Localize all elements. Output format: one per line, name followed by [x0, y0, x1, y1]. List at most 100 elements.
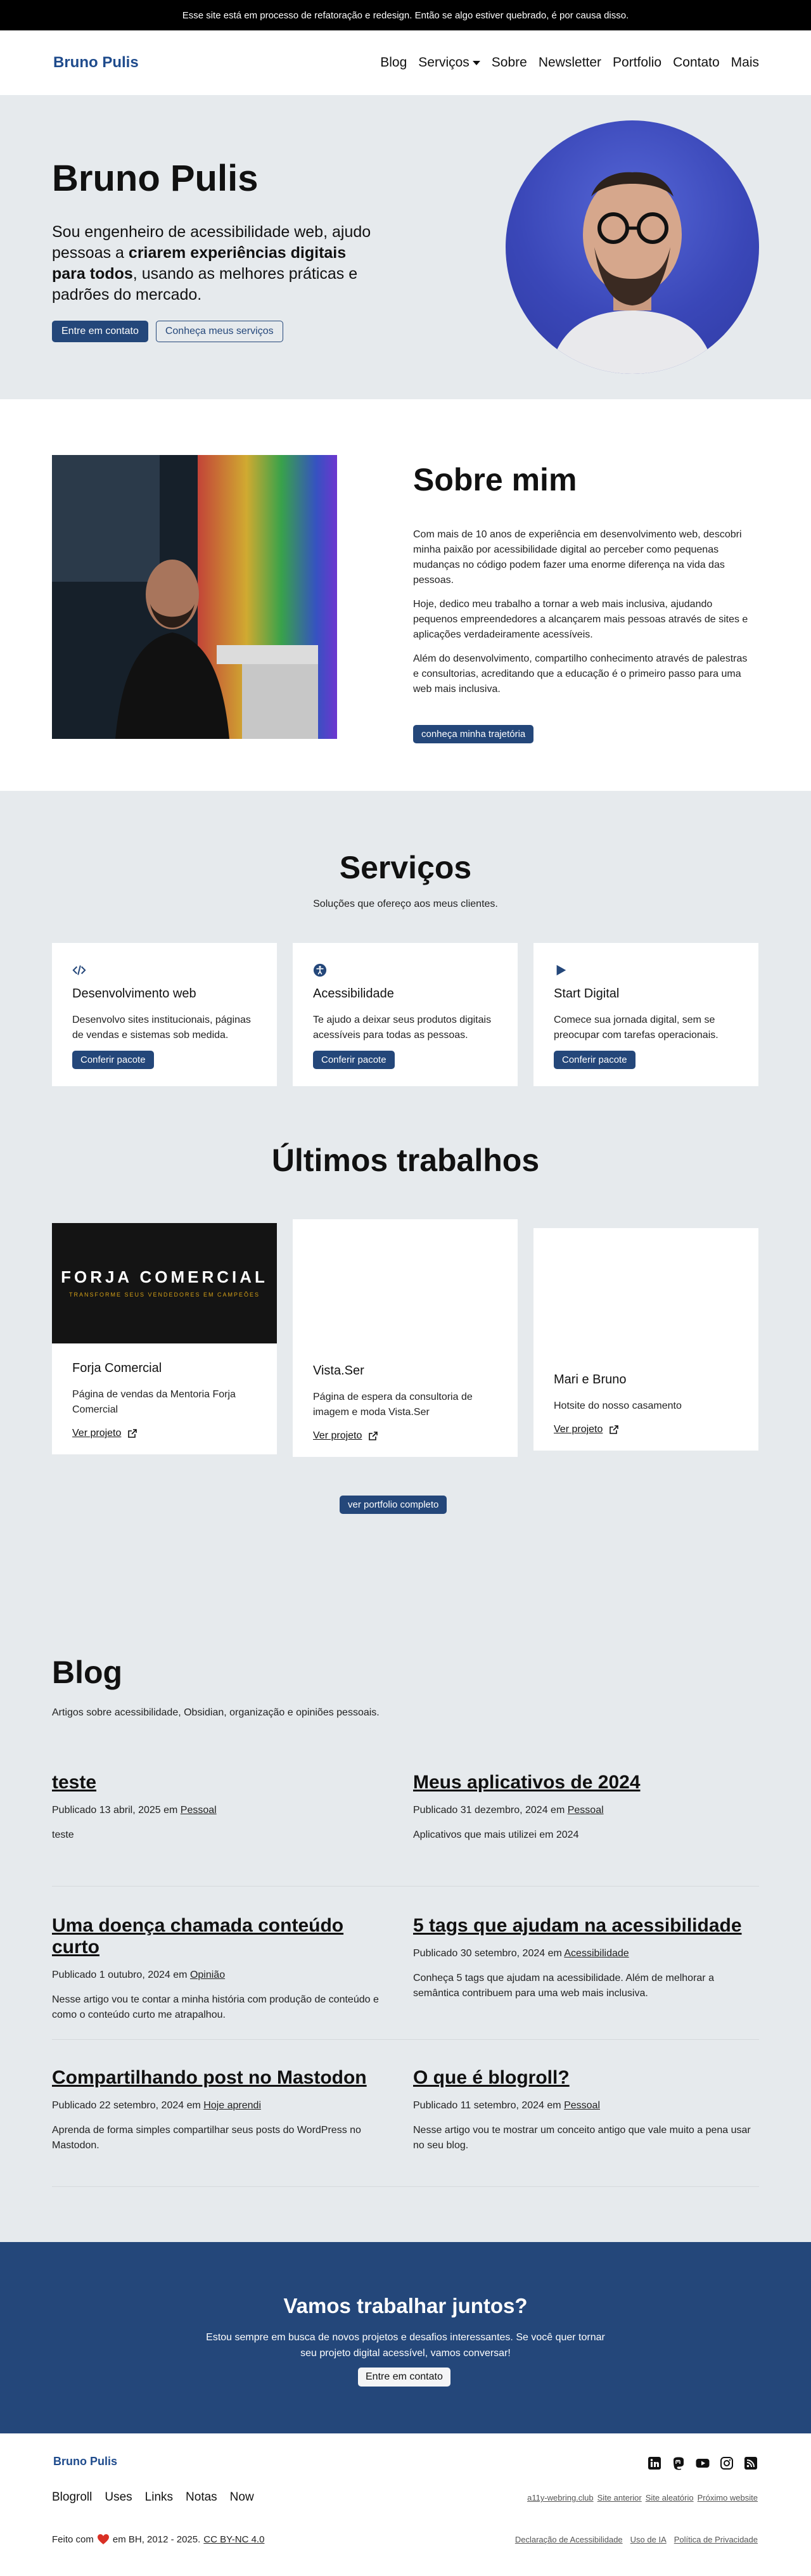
- hero-buttons: Entre em contato Conheça meus serviços: [52, 321, 283, 342]
- made-text-b: em BH, 2012 - 2025.: [112, 2534, 201, 2545]
- thumb-subtitle: TRANSFORME SEUS VENDEDORES EM CAMPEÕES: [68, 1291, 260, 1298]
- thumb-title: FORJA COMERCIAL: [61, 1267, 268, 1286]
- blog-post: teste Publicado 13 abril, 2025 em Pessoa…: [52, 1772, 394, 1843]
- webring-previous-link[interactable]: Site anterior: [597, 2493, 642, 2502]
- linkedin-icon[interactable]: [648, 2456, 661, 2470]
- view-project-link[interactable]: Ver projeto: [313, 1430, 378, 1442]
- external-link-icon: [610, 1425, 619, 1434]
- service-card: Start Digital Comece sua jornada digital…: [533, 943, 758, 1086]
- work-card-body: Vista.Ser Página de espera da consultori…: [293, 1346, 518, 1457]
- service-package-button[interactable]: Conferir pacote: [313, 1051, 395, 1069]
- external-link-icon: [369, 1432, 378, 1440]
- post-meta: Publicado 11 setembro, 2024 em Pessoal: [413, 2100, 755, 2111]
- footer-link-now[interactable]: Now: [230, 2490, 254, 2504]
- blog-post: 5 tags que ajudam na acessibilidade Publ…: [413, 1915, 755, 2001]
- post-category-link[interactable]: Acessibilidade: [564, 1948, 629, 1959]
- cta-contact-button[interactable]: Entre em contato: [358, 2368, 450, 2387]
- work-text: Página de vendas da Mentoria Forja Comer…: [72, 1389, 236, 1415]
- divider: [52, 2039, 759, 2040]
- license-link[interactable]: CC BY-NC 4.0: [203, 2534, 264, 2545]
- service-title: Desenvolvimento web: [72, 987, 196, 1001]
- mastodon-icon[interactable]: [672, 2456, 686, 2470]
- nav-servicos-label: Serviços: [418, 55, 469, 70]
- nav-sobre[interactable]: Sobre: [492, 55, 527, 70]
- post-category-link[interactable]: Hoje aprendi: [203, 2100, 261, 2111]
- portrait-illustration: [550, 172, 715, 374]
- footer-link-notas[interactable]: Notas: [186, 2490, 217, 2504]
- post-title-link[interactable]: Uma doença chamada conteúdo curto: [52, 1915, 394, 1958]
- post-title-link[interactable]: Meus aplicativos de 2024: [413, 1772, 755, 1793]
- made-text-a: Feito com: [52, 2534, 94, 2545]
- portfolio-button[interactable]: ver portfolio completo: [340, 1496, 447, 1514]
- webring-random-link[interactable]: Site aleatório: [646, 2493, 694, 2502]
- post-category-link[interactable]: Pessoal: [181, 1805, 217, 1816]
- webring-home-link[interactable]: a11y-webring.club: [527, 2493, 594, 2502]
- nav-portfolio[interactable]: Portfolio: [613, 55, 661, 70]
- service-package-button[interactable]: Conferir pacote: [554, 1051, 635, 1069]
- services-section: Serviços Soluções que ofereço aos meus c…: [0, 791, 811, 1120]
- about-section: Sobre mim Com mais de 10 anos de experiê…: [0, 399, 811, 791]
- view-project-link[interactable]: Ver projeto: [72, 1428, 137, 1439]
- work-card: Vista.Ser Página de espera da consultori…: [293, 1219, 518, 1457]
- nav-blog[interactable]: Blog: [380, 55, 407, 70]
- post-title-link[interactable]: O que é blogroll?: [413, 2067, 755, 2089]
- webring-next-link[interactable]: Próximo website: [698, 2493, 758, 2502]
- post-category-link[interactable]: Pessoal: [568, 1805, 604, 1816]
- ai-usage-link[interactable]: Uso de IA: [630, 2535, 667, 2544]
- post-date: Publicado 30 setembro, 2024 em: [413, 1948, 565, 1959]
- blog-intro: Artigos sobre acessibilidade, Obsidian, …: [52, 1707, 380, 1718]
- view-project-label: Ver projeto: [554, 1424, 603, 1435]
- post-excerpt: Nesse artigo vou te mostrar um conceito …: [413, 2125, 751, 2151]
- post-meta: Publicado 13 abril, 2025 em Pessoal: [52, 1805, 394, 1816]
- blog-post: Compartilhando post no Mastodon Publicad…: [52, 2067, 394, 2153]
- footer-links: Blogroll Uses Links Notas Now: [52, 2490, 254, 2504]
- cta-text: Estou sempre em busca de novos projetos …: [206, 2332, 605, 2359]
- post-excerpt: teste: [52, 1829, 74, 1840]
- play-icon: [556, 964, 566, 976]
- post-excerpt: Aprenda de forma simples compartilhar se…: [52, 2125, 361, 2151]
- footer-link-uses[interactable]: Uses: [105, 2490, 132, 2504]
- divider: [52, 1886, 759, 1887]
- rss-icon[interactable]: [744, 2456, 758, 2470]
- view-project-label: Ver projeto: [72, 1428, 122, 1439]
- post-meta: Publicado 22 setembro, 2024 em Hoje apre…: [52, 2100, 394, 2111]
- post-title-link[interactable]: teste: [52, 1772, 394, 1793]
- service-card: Desenvolvimento web Desenvolvo sites ins…: [52, 943, 277, 1086]
- post-excerpt: Aplicativos que mais utilizei em 2024: [413, 1829, 579, 1840]
- service-package-button[interactable]: Conferir pacote: [72, 1051, 154, 1069]
- post-title-link[interactable]: 5 tags que ajudam na acessibilidade: [413, 1915, 755, 1937]
- post-meta: Publicado 30 setembro, 2024 em Acessibil…: [413, 1948, 755, 1959]
- youtube-icon[interactable]: [696, 2456, 710, 2470]
- about-paragraph: Hoje, dedico meu trabalho a tornar a web…: [413, 599, 748, 640]
- instagram-icon[interactable]: [720, 2456, 734, 2470]
- services-button[interactable]: Conheça meus serviços: [155, 321, 283, 342]
- view-project-link[interactable]: Ver projeto: [554, 1424, 619, 1435]
- footer-link-blogroll[interactable]: Blogroll: [52, 2490, 92, 2504]
- brand-logo[interactable]: Bruno Pulis: [53, 54, 139, 72]
- nav-newsletter[interactable]: Newsletter: [539, 55, 601, 70]
- hero-intro: Sou engenheiro de acessibilidade web, aj…: [52, 222, 381, 305]
- accessibility-statement-link[interactable]: Declaração de Acessibilidade: [515, 2535, 623, 2544]
- work-card-body: Mari e Bruno Hotsite do nosso casamento …: [533, 1355, 758, 1451]
- trajectory-button[interactable]: conheça minha trajetória: [413, 725, 534, 743]
- work-title: Vista.Ser: [313, 1364, 364, 1378]
- blog-post: O que é blogroll? Publicado 11 setembro,…: [413, 2067, 755, 2153]
- view-project-label: Ver projeto: [313, 1430, 362, 1441]
- post-category-link[interactable]: Opinião: [190, 1970, 225, 1980]
- hero-title: Bruno Pulis: [52, 158, 259, 199]
- post-title-link[interactable]: Compartilhando post no Mastodon: [52, 2067, 394, 2089]
- nav-mais[interactable]: Mais: [731, 55, 759, 70]
- contact-button[interactable]: Entre em contato: [52, 321, 148, 342]
- footer-brand[interactable]: Bruno Pulis: [53, 2455, 117, 2468]
- cta-title: Vamos trabalhar juntos?: [283, 2294, 528, 2317]
- service-text: Desenvolvo sites institucionais, páginas…: [72, 1015, 251, 1041]
- footer-link-links[interactable]: Links: [145, 2490, 173, 2504]
- privacy-policy-link[interactable]: Política de Privacidade: [674, 2535, 758, 2544]
- works-title: Últimos trabalhos: [271, 1143, 540, 1178]
- nav-servicos-dropdown[interactable]: Serviços: [418, 55, 480, 70]
- social-links: [648, 2456, 758, 2470]
- nav-contato[interactable]: Contato: [673, 55, 720, 70]
- blog-title: Blog: [52, 1655, 123, 1690]
- post-category-link[interactable]: Pessoal: [564, 2100, 600, 2111]
- post-date: Publicado 31 dezembro, 2024 em: [413, 1805, 568, 1816]
